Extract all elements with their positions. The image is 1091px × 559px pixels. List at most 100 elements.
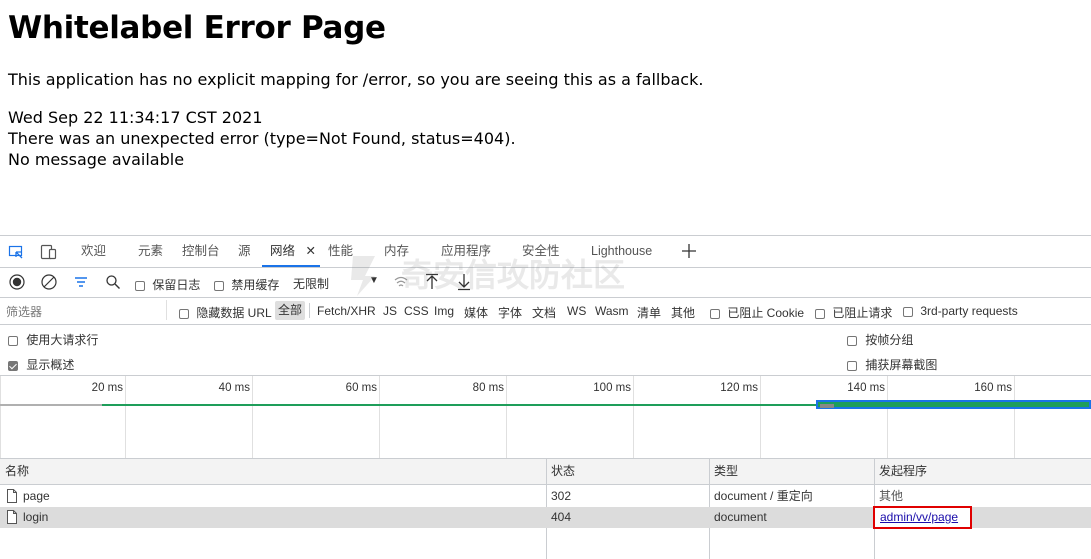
third-party-toggle[interactable]: 3rd-party requests bbox=[903, 304, 1018, 318]
tab-lighthouse[interactable]: Lighthouse bbox=[591, 236, 652, 267]
timeline-bar-waiting bbox=[0, 404, 102, 406]
tab-welcome[interactable]: 欢迎 bbox=[81, 236, 106, 267]
capture-screenshots-checkbox[interactable] bbox=[847, 360, 857, 371]
timeline-gridline bbox=[1014, 376, 1015, 458]
clear-icon[interactable] bbox=[41, 274, 57, 293]
hide-data-urls-toggle[interactable]: 隐藏数据 URL bbox=[179, 304, 272, 321]
tab-performance[interactable]: 性能 bbox=[328, 236, 353, 267]
document-icon bbox=[6, 510, 18, 531]
capture-screenshots-toggle[interactable]: 捕获屏幕截图 bbox=[847, 356, 937, 373]
request-type: document bbox=[714, 510, 767, 524]
disable-cache-label: 禁用缓存 bbox=[231, 278, 280, 292]
error-no-message: No message available bbox=[8, 150, 185, 169]
third-party-checkbox[interactable] bbox=[903, 306, 913, 317]
timeline-tick-label: 140 ms bbox=[847, 382, 885, 394]
search-icon[interactable] bbox=[105, 274, 121, 293]
group-by-frame-toggle[interactable]: 按帧分组 bbox=[847, 331, 913, 348]
timeline-tick-label: 160 ms bbox=[974, 382, 1012, 394]
timeline-gridline bbox=[252, 376, 253, 458]
show-overview-checkbox[interactable] bbox=[8, 360, 18, 371]
request-name: login bbox=[23, 510, 49, 524]
tab-console[interactable]: 控制台 bbox=[182, 236, 220, 267]
blocked-requests-toggle[interactable]: 已阻止请求 bbox=[815, 304, 892, 321]
close-icon[interactable]: ✕ bbox=[306, 244, 316, 258]
tab-application[interactable]: 应用程序 bbox=[441, 236, 491, 267]
filter-type-doc[interactable]: 文档 bbox=[532, 304, 556, 321]
network-options: 使用大请求行 显示概述 按帧分组 捕获屏幕截图 bbox=[0, 325, 1091, 376]
big-rows-checkbox[interactable] bbox=[8, 335, 18, 346]
timeline-gridline bbox=[506, 376, 507, 458]
request-status: 302 bbox=[551, 489, 572, 503]
filter-type-media[interactable]: 媒体 bbox=[464, 304, 488, 321]
record-icon[interactable] bbox=[9, 274, 25, 293]
timeline-overview[interactable]: 20 ms 40 ms 60 ms 80 ms 100 ms 120 ms 14… bbox=[0, 376, 1091, 459]
hide-data-urls-checkbox[interactable] bbox=[179, 308, 189, 319]
blocked-cookies-toggle[interactable]: 已阻止 Cookie bbox=[710, 304, 804, 321]
table-row[interactable]: login 404 document admin/vv/page bbox=[0, 506, 1091, 531]
hide-data-urls-label: 隐藏数据 URL bbox=[196, 306, 272, 320]
capture-screenshots-label: 捕获屏幕截图 bbox=[865, 358, 938, 372]
blocked-requests-label: 已阻止请求 bbox=[832, 306, 893, 320]
timeline-tick-label: 120 ms bbox=[720, 382, 758, 394]
big-rows-toggle[interactable]: 使用大请求行 bbox=[8, 331, 98, 348]
show-overview-toggle[interactable]: 显示概述 bbox=[8, 356, 74, 373]
export-har-icon[interactable] bbox=[456, 273, 472, 294]
tab-sources[interactable]: 源 bbox=[238, 236, 251, 267]
throttling-value: 无限制 bbox=[293, 277, 330, 291]
timeline-tick-label: 60 ms bbox=[345, 382, 377, 394]
table-row[interactable]: page 302 document / 重定向 其他 bbox=[0, 486, 1091, 507]
filter-type-font[interactable]: 字体 bbox=[498, 304, 522, 321]
blocked-cookies-label: 已阻止 Cookie bbox=[727, 306, 805, 320]
timeline-gridline bbox=[633, 376, 634, 458]
show-overview-label: 显示概述 bbox=[26, 358, 75, 372]
device-toolbar-icon[interactable] bbox=[40, 244, 58, 263]
filter-type-fetch-xhr[interactable]: Fetch/XHR bbox=[317, 304, 376, 318]
tab-security[interactable]: 安全性 bbox=[522, 236, 560, 267]
blocked-requests-checkbox[interactable] bbox=[815, 308, 825, 319]
disable-cache-toggle[interactable]: 禁用缓存 bbox=[214, 276, 279, 293]
timeline-selection[interactable] bbox=[816, 400, 1091, 409]
tab-elements[interactable]: 元素 bbox=[138, 236, 163, 267]
column-header-type[interactable]: 类型 bbox=[714, 459, 738, 484]
import-har-icon[interactable] bbox=[424, 273, 440, 294]
timeline-gridline bbox=[760, 376, 761, 458]
third-party-label: 3rd-party requests bbox=[920, 304, 1018, 318]
initiator-highlight-box: admin/vv/page bbox=[873, 506, 972, 529]
filter-input[interactable]: 筛选器 bbox=[0, 300, 167, 320]
blocked-cookies-checkbox[interactable] bbox=[710, 308, 720, 319]
filter-bar: 筛选器 隐藏数据 URL 全部 Fetch/XHR JS CSS Img 媒体 … bbox=[0, 298, 1091, 325]
filter-type-img[interactable]: Img bbox=[434, 304, 454, 318]
disable-cache-checkbox[interactable] bbox=[214, 280, 224, 291]
column-header-name[interactable]: 名称 bbox=[5, 459, 29, 484]
column-header-initiator[interactable]: 发起程序 bbox=[879, 459, 927, 484]
filter-type-manifest[interactable]: 清单 bbox=[637, 304, 661, 321]
filter-type-css[interactable]: CSS bbox=[404, 304, 429, 318]
timeline-tick-label: 100 ms bbox=[593, 382, 631, 394]
error-detail: There was an unexpected error (type=Not … bbox=[8, 129, 516, 148]
error-message: This application has no explicit mapping… bbox=[8, 70, 704, 89]
inspect-element-icon[interactable] bbox=[8, 244, 24, 263]
tab-memory[interactable]: 内存 bbox=[384, 236, 409, 267]
filter-type-all[interactable]: 全部 bbox=[275, 301, 306, 320]
group-by-frame-checkbox[interactable] bbox=[847, 335, 857, 346]
network-conditions-icon[interactable] bbox=[393, 274, 409, 293]
timeline-tick-label: 80 ms bbox=[472, 382, 504, 394]
filter-type-wasm[interactable]: Wasm bbox=[595, 304, 629, 318]
filter-type-ws[interactable]: WS bbox=[567, 304, 586, 318]
timeline-gridline bbox=[0, 376, 1, 458]
request-initiator-link[interactable]: admin/vv/page bbox=[880, 510, 958, 524]
request-type: document / 重定向 bbox=[714, 489, 813, 503]
throttling-select[interactable]: 无限制 ▼ bbox=[293, 275, 379, 292]
filter-type-other[interactable]: 其他 bbox=[671, 304, 695, 321]
request-status: 404 bbox=[551, 510, 572, 524]
tab-network[interactable]: 网络 ✕ bbox=[262, 236, 320, 267]
timeline-bar-queue bbox=[820, 404, 834, 408]
filter-icon[interactable] bbox=[73, 274, 89, 293]
tab-network-label: 网络 bbox=[270, 244, 296, 258]
filter-type-js[interactable]: JS bbox=[383, 304, 397, 318]
column-header-status[interactable]: 状态 bbox=[551, 459, 575, 484]
preserve-log-toggle[interactable]: 保留日志 bbox=[135, 276, 200, 293]
add-tab-icon[interactable] bbox=[681, 243, 697, 262]
filter-placeholder: 筛选器 bbox=[6, 305, 43, 319]
preserve-log-checkbox[interactable] bbox=[135, 280, 145, 291]
